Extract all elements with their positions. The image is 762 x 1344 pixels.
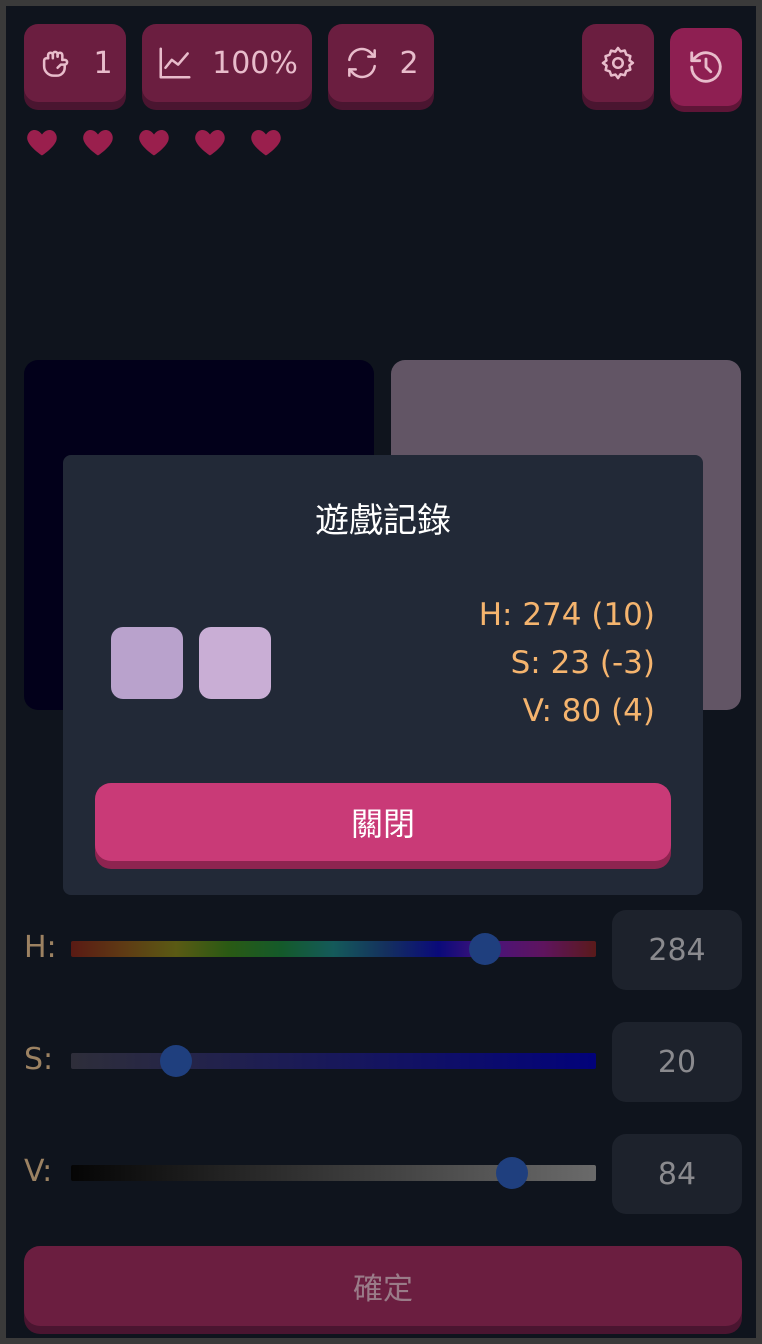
fist-icon bbox=[43, 50, 69, 77]
saturation-slider-thumb[interactable] bbox=[160, 1045, 192, 1077]
settings-button[interactable] bbox=[582, 24, 654, 102]
modal-title: 遊戲記錄 bbox=[315, 501, 451, 541]
heart-icon bbox=[251, 130, 281, 156]
value-value-input[interactable]: 84 bbox=[612, 1134, 742, 1214]
saturation-label: S: bbox=[24, 1042, 54, 1077]
heart-icon bbox=[27, 130, 57, 156]
record-saturation-stat: S: 23 (-3) bbox=[510, 645, 655, 681]
record-hue-stat: H: 274 (10) bbox=[478, 597, 655, 633]
confirm-button[interactable]: 確定 bbox=[24, 1246, 742, 1326]
history-icon bbox=[690, 51, 722, 83]
history-button[interactable] bbox=[670, 28, 742, 106]
heart-icon bbox=[139, 130, 169, 156]
saturation-slider-row: S: 20 bbox=[24, 1022, 742, 1102]
record-guess-swatch bbox=[199, 627, 271, 699]
gear-icon bbox=[601, 46, 635, 80]
game-screen: 1 100% 2 H: 284 S: 20 V: 84 確定 遊戲記錄 H: 2… bbox=[6, 6, 756, 1338]
heart-icon bbox=[195, 130, 225, 156]
hue-label: H: bbox=[24, 930, 57, 965]
heart-icon bbox=[83, 130, 113, 156]
value-slider[interactable] bbox=[71, 1157, 596, 1189]
hue-slider[interactable] bbox=[71, 933, 596, 965]
accuracy-value: 100% bbox=[212, 45, 298, 81]
value-label: V: bbox=[24, 1154, 53, 1189]
history-modal: 遊戲記錄 H: 274 (10) S: 23 (-3) V: 80 (4) 關閉 bbox=[63, 455, 703, 895]
saturation-slider[interactable] bbox=[71, 1045, 596, 1077]
refresh-count-button[interactable]: 2 bbox=[328, 24, 434, 102]
hue-value-input[interactable]: 284 bbox=[612, 910, 742, 990]
hue-slider-row: H: 284 bbox=[24, 910, 742, 990]
punch-count-button[interactable]: 1 bbox=[24, 24, 126, 102]
lives bbox=[24, 124, 284, 160]
punch-count: 1 bbox=[93, 45, 113, 81]
close-button[interactable]: 關閉 bbox=[95, 783, 671, 861]
chart-line-icon bbox=[159, 47, 191, 79]
record-value-stat: V: 80 (4) bbox=[522, 693, 655, 729]
refresh-icon bbox=[348, 47, 377, 79]
refresh-count: 2 bbox=[399, 45, 419, 81]
saturation-value-input[interactable]: 20 bbox=[612, 1022, 742, 1102]
accuracy-button[interactable]: 100% bbox=[142, 24, 312, 102]
value-slider-row: V: 84 bbox=[24, 1134, 742, 1214]
hue-slider-thumb[interactable] bbox=[469, 933, 502, 965]
record-target-swatch bbox=[111, 627, 183, 699]
value-slider-thumb[interactable] bbox=[496, 1157, 528, 1189]
